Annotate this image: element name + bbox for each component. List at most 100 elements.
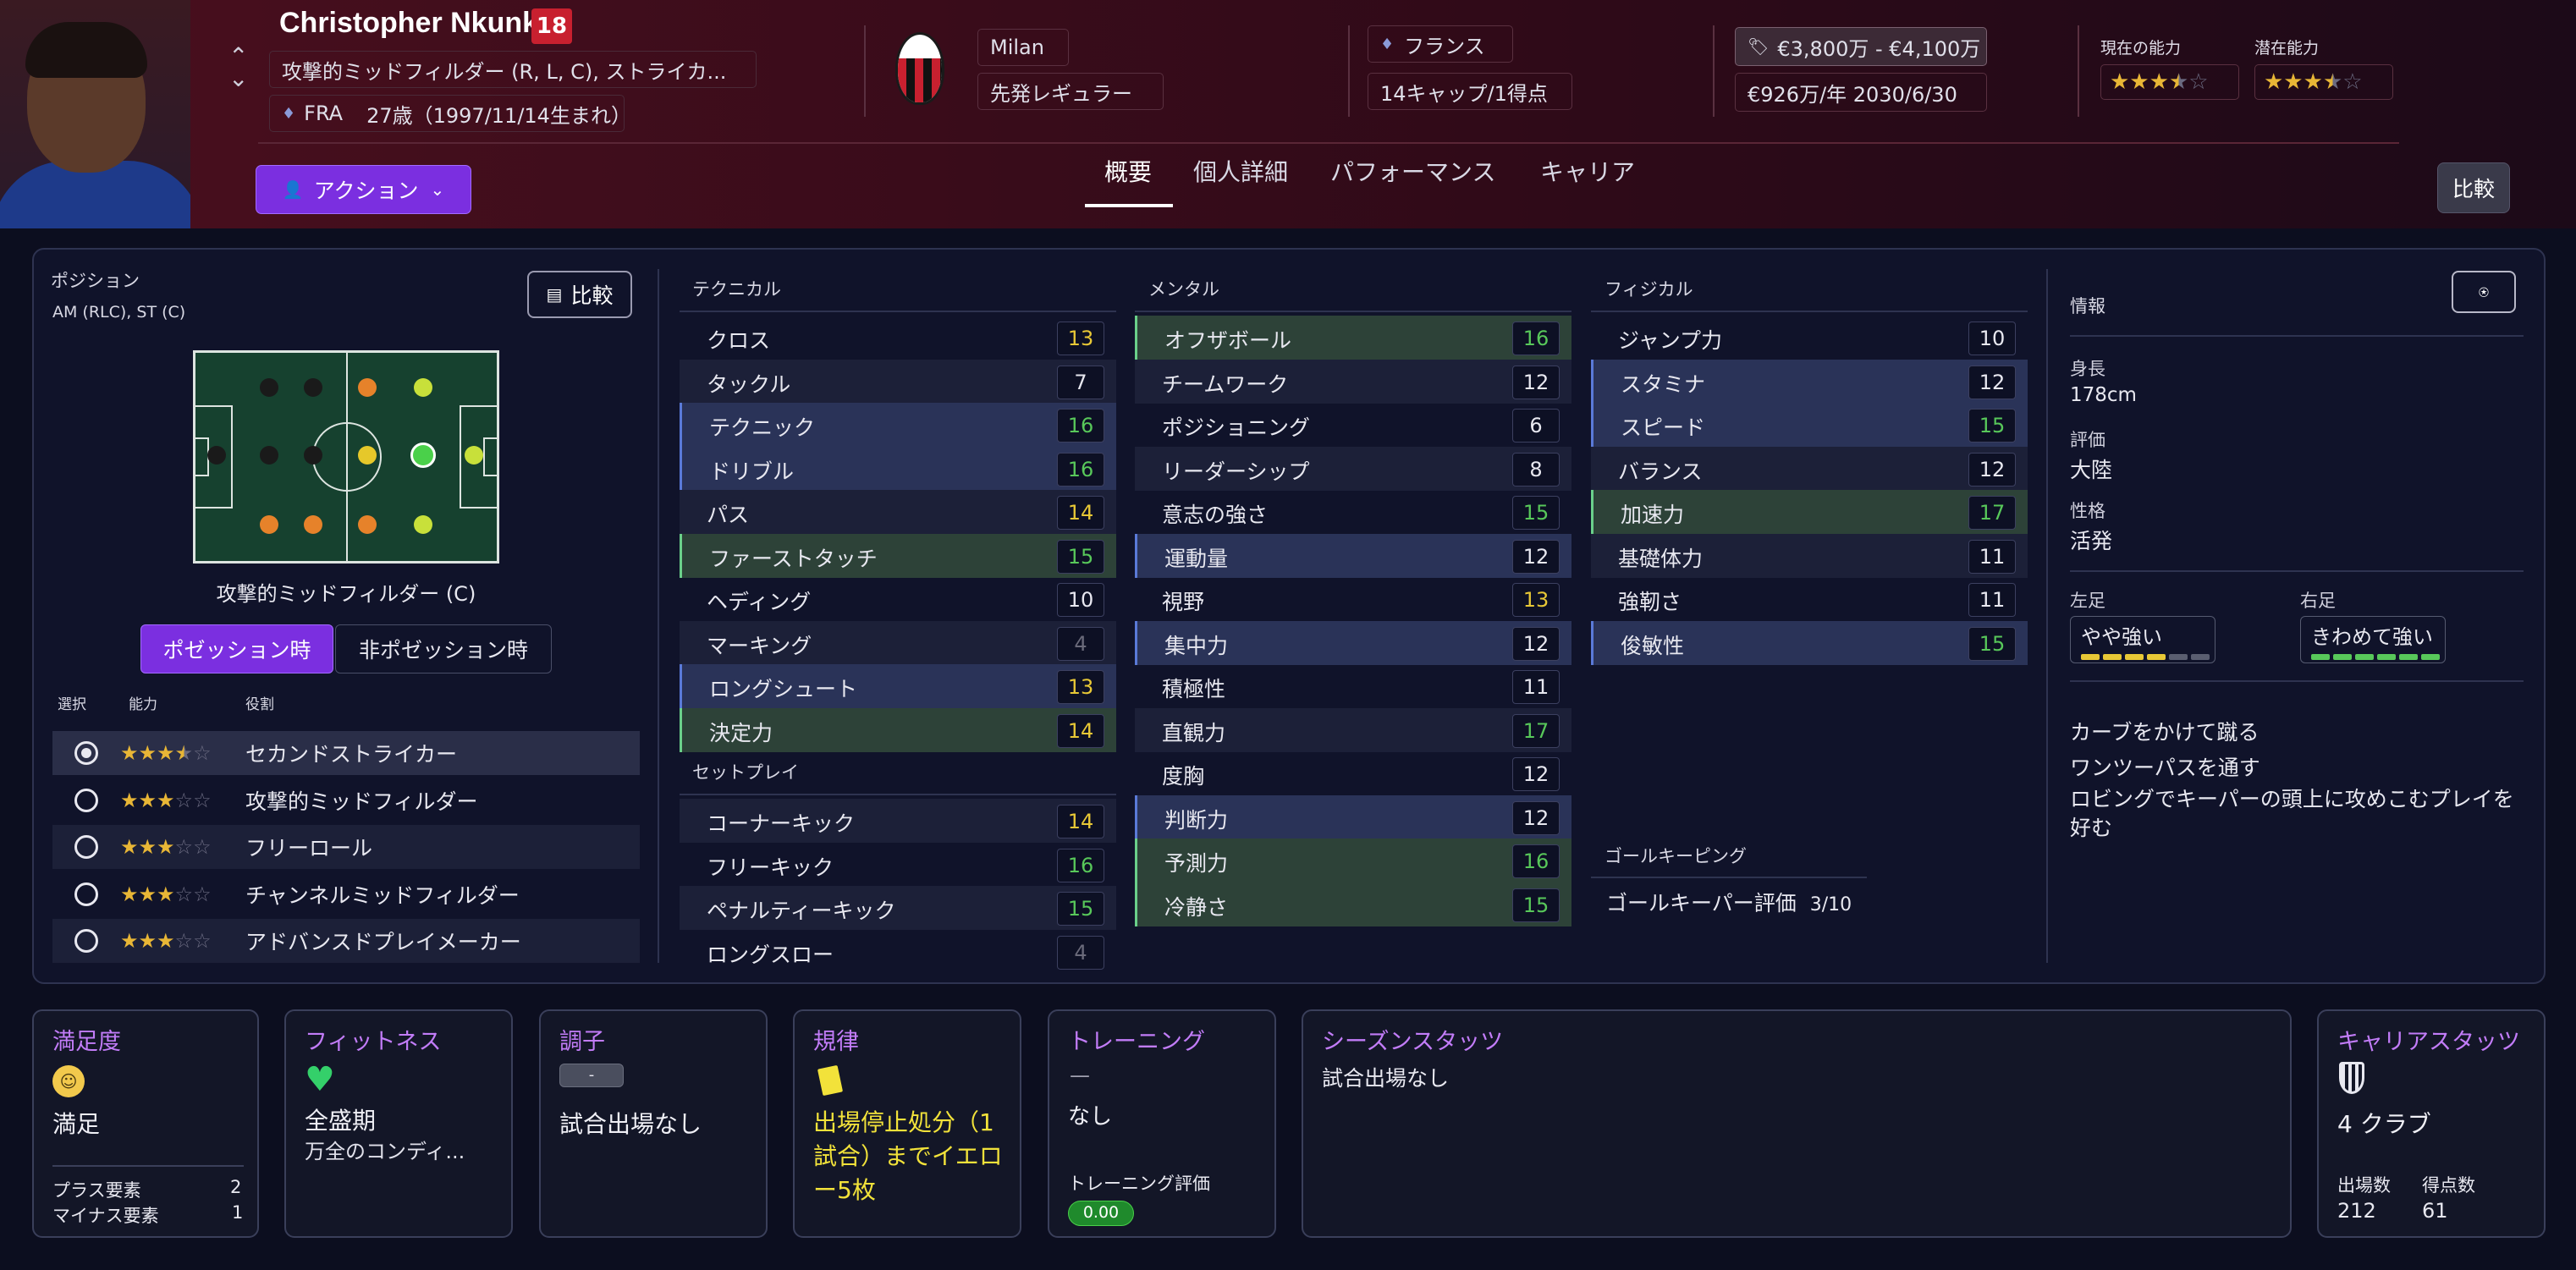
attribute-value: 8 bbox=[1512, 452, 1560, 487]
attribute-row[interactable]: クロス 13 bbox=[680, 316, 1116, 360]
role-row[interactable]: ★★★☆☆ アドバンスドプレイメーカー bbox=[52, 919, 640, 963]
role-row[interactable]: ★★★☆☆ フリーロール bbox=[52, 825, 640, 869]
plus-factors-value: 2 bbox=[230, 1177, 242, 1197]
attribute-row[interactable]: タックル 7 bbox=[680, 359, 1116, 404]
attribute-row[interactable]: 積極性 11 bbox=[1135, 664, 1571, 708]
left-foot-label: 左足 bbox=[2070, 591, 2105, 611]
attribute-row[interactable]: 俊敏性 15 bbox=[1591, 620, 2028, 665]
attribute-row[interactable]: テクニック 16 bbox=[680, 403, 1116, 447]
attribute-row[interactable]: ジャンプ力 10 bbox=[1591, 316, 2028, 360]
attribute-name: 冷静さ bbox=[1164, 894, 1229, 920]
role-row[interactable]: ★★★☆☆ 攻撃的ミッドフィルダー bbox=[52, 778, 640, 822]
attribute-name: 視野 bbox=[1162, 590, 1205, 614]
attribute-row[interactable]: 度胸 12 bbox=[1135, 751, 1571, 795]
attribute-row[interactable]: 加速力 17 bbox=[1591, 490, 2028, 534]
shield-icon bbox=[2339, 1062, 2364, 1094]
positions-field: 攻撃的ミッドフィルダー (R, L, C), ストライカ... bbox=[269, 51, 757, 88]
next-player-button[interactable]: ⌄ bbox=[228, 64, 248, 92]
out-of-possession-button[interactable]: 非ポゼッション時 bbox=[335, 624, 552, 673]
value-field[interactable]: 🏷 €3,800万 - €4,100万 bbox=[1735, 27, 1987, 66]
tab-performance[interactable]: パフォーマンス bbox=[1330, 154, 1495, 188]
attribute-row[interactable]: 基礎体力 11 bbox=[1591, 533, 2028, 578]
attribute-name: バランス bbox=[1618, 459, 1703, 484]
role-radio[interactable] bbox=[74, 835, 98, 859]
attribute-name: 度胸 bbox=[1162, 764, 1205, 789]
training-card[interactable]: トレーニング — なし トレーニング評価 0.00 bbox=[1048, 1009, 1276, 1238]
pos-dot bbox=[304, 446, 322, 465]
nationality-code: FRA bbox=[304, 102, 344, 125]
role-radio[interactable] bbox=[74, 788, 98, 812]
attribute-row[interactable]: マーキング 4 bbox=[680, 620, 1116, 665]
attribute-row[interactable]: 意志の強さ 15 bbox=[1135, 490, 1571, 534]
attribute-row[interactable]: 運動量 12 bbox=[1135, 533, 1571, 578]
position-compare-button[interactable]: ▤ 比較 bbox=[527, 271, 632, 318]
attribute-row[interactable]: パス 14 bbox=[680, 490, 1116, 534]
attribute-row[interactable]: リーダーシップ 8 bbox=[1135, 446, 1571, 491]
discipline-card[interactable]: 規律 出場停止処分（1試合）までイエロー5枚 bbox=[793, 1009, 1021, 1238]
height-label: 身長 bbox=[2070, 359, 2105, 379]
attribute-value: 16 bbox=[1057, 848, 1104, 882]
compare-button[interactable]: 比較 bbox=[2437, 162, 2510, 213]
attribute-row[interactable]: チームワーク 12 bbox=[1135, 359, 1571, 404]
action-button[interactable]: 👤 アクション ⌄ bbox=[256, 165, 471, 214]
attribute-row[interactable]: ポジショニング 6 bbox=[1135, 403, 1571, 447]
attribute-row[interactable]: 決定力 14 bbox=[680, 707, 1116, 752]
attribute-row[interactable]: ロングスロー 4 bbox=[680, 930, 1116, 974]
attribute-row[interactable]: ドリブル 16 bbox=[680, 446, 1116, 491]
attribute-row[interactable]: ヘディング 10 bbox=[680, 577, 1116, 621]
role-row[interactable]: ★★★☆☆ チャンネルミッドフィルダー bbox=[52, 872, 640, 916]
info-title: 情報 bbox=[2070, 296, 2105, 316]
club-field[interactable]: Milan bbox=[977, 29, 1069, 66]
attribute-name: 直観力 bbox=[1162, 720, 1226, 745]
satisfaction-card[interactable]: 満足度 ☺ 満足 プラス要素 2 マイナス要素 1 bbox=[32, 1009, 259, 1238]
attribute-name: リーダーシップ bbox=[1162, 459, 1310, 484]
attribute-row[interactable]: ペナルティーキック 15 bbox=[680, 886, 1116, 930]
nation-field[interactable]: ♦ フランス bbox=[1368, 25, 1513, 63]
discipline-title: 規律 bbox=[813, 1029, 859, 1055]
attribute-row[interactable]: ロングシュート 13 bbox=[680, 664, 1116, 708]
attribute-row[interactable]: 視野 13 bbox=[1135, 577, 1571, 621]
tab-career[interactable]: キャリア bbox=[1540, 154, 1635, 188]
attribute-name: コーナーキック bbox=[707, 811, 856, 836]
attribute-value: 10 bbox=[1057, 583, 1104, 617]
attribute-row[interactable]: 強靭さ 11 bbox=[1591, 577, 2028, 621]
fitness-card[interactable]: フィットネス ♥ 全盛期 万全のコンディ... bbox=[284, 1009, 513, 1238]
attribute-name: 意志の強さ bbox=[1162, 503, 1269, 527]
in-possession-button[interactable]: ポゼッション時 bbox=[140, 624, 333, 673]
attribute-row[interactable]: オフザボール 16 bbox=[1135, 316, 1571, 360]
tab-overview[interactable]: 概要 bbox=[1104, 154, 1152, 188]
attribute-name: オフザボール bbox=[1164, 328, 1292, 353]
attribute-row[interactable]: 冷静さ 15 bbox=[1135, 882, 1571, 926]
attribute-row[interactable]: 予測力 16 bbox=[1135, 838, 1571, 882]
attribute-row[interactable]: 集中力 12 bbox=[1135, 620, 1571, 665]
attribute-row[interactable]: コーナーキック 14 bbox=[680, 799, 1116, 843]
role-radio[interactable] bbox=[74, 929, 98, 953]
attribute-name: ジャンプ力 bbox=[1618, 328, 1723, 353]
attribute-value: 15 bbox=[1512, 888, 1560, 922]
info-filter-button[interactable]: ⍟ bbox=[2452, 271, 2516, 313]
attribute-row[interactable]: ファーストタッチ 15 bbox=[680, 533, 1116, 578]
role-radio[interactable] bbox=[74, 882, 98, 906]
player-name: Christopher Nkunku bbox=[279, 7, 556, 39]
attribute-name: 強靭さ bbox=[1618, 590, 1682, 614]
attribute-name: 積極性 bbox=[1162, 677, 1226, 701]
price-tag-icon: 🏷 bbox=[1748, 36, 1770, 57]
form-card[interactable]: 調子 - 試合出場なし bbox=[539, 1009, 768, 1238]
smiley-icon: ☺ bbox=[52, 1065, 85, 1097]
attribute-row[interactable]: スピード 15 bbox=[1591, 403, 2028, 447]
attribute-row[interactable]: フリーキック 16 bbox=[680, 843, 1116, 887]
tab-personal-details[interactable]: 個人詳細 bbox=[1193, 154, 1288, 188]
role-row[interactable]: ★★★★☆ セカンドストライカー bbox=[52, 731, 640, 775]
attribute-row[interactable]: バランス 12 bbox=[1591, 446, 2028, 491]
attribute-row[interactable]: 判断力 12 bbox=[1135, 794, 1571, 839]
career-stats-card[interactable]: キャリアスタッツ 4 クラブ 出場数 得点数 212 61 bbox=[2317, 1009, 2546, 1238]
physical-title: フィジカル bbox=[1604, 279, 1693, 300]
role-radio[interactable] bbox=[74, 741, 98, 765]
attribute-value: 14 bbox=[1057, 713, 1104, 748]
attribute-value: 12 bbox=[1968, 365, 2016, 399]
attribute-row[interactable]: スタミナ 12 bbox=[1591, 359, 2028, 404]
career-stats-title: キャリアスタッツ bbox=[2337, 1029, 2520, 1055]
person-icon: 👤 bbox=[282, 179, 304, 200]
season-stats-card[interactable]: シーズンスタッツ 試合出場なし bbox=[1302, 1009, 2292, 1238]
attribute-row[interactable]: 直観力 17 bbox=[1135, 707, 1571, 752]
